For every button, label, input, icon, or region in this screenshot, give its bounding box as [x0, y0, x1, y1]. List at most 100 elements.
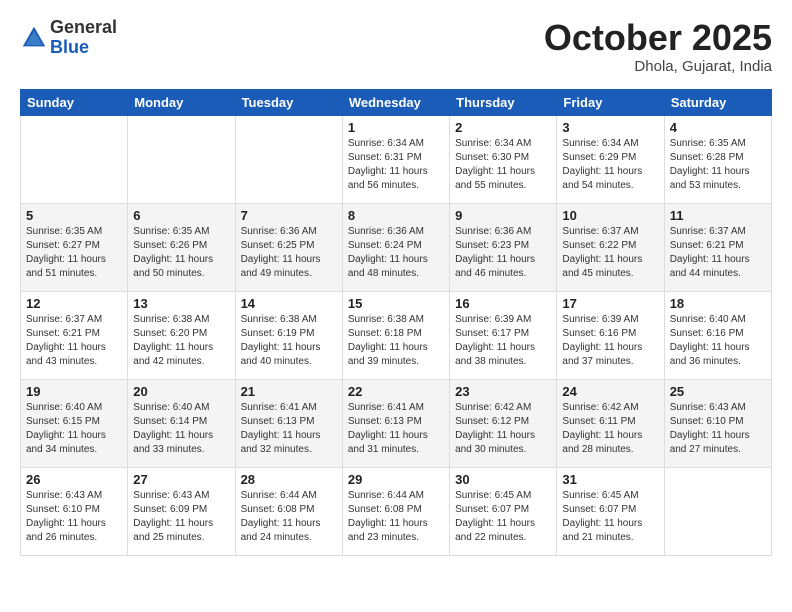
calendar-cell: 16 Sunrise: 6:39 AM Sunset: 6:17 PM Dayli…	[450, 291, 557, 379]
cell-info: Sunrise: 6:37 AM Sunset: 6:22 PM Dayligh…	[562, 225, 658, 281]
cell-date-number: 7	[241, 208, 337, 223]
calendar-cell: 1Sunrise: 6:34 AM Sunset: 6:31 PM Daylig…	[342, 115, 449, 203]
calendar-header-row: SundayMondayTuesdayWednesdayThursdayFrid…	[21, 89, 772, 115]
cell-date-number: 13	[133, 296, 229, 311]
cell-info: Sunrise: 6:43 AM Sunset: 6:09 PM Dayligh…	[133, 489, 229, 545]
cell-info: Sunrise: 6:35 AM Sunset: 6:28 PM Dayligh…	[670, 137, 766, 193]
cell-date-number: 21	[241, 384, 337, 399]
calendar-cell: 3Sunrise: 6:34 AM Sunset: 6:29 PM Daylig…	[557, 115, 664, 203]
cell-info: Sunrise: 6:35 AM Sunset: 6:27 PM Dayligh…	[26, 225, 122, 281]
calendar-cell: 22 Sunrise: 6:41 AM Sunset: 6:13 PM Dayli…	[342, 379, 449, 467]
calendar-cell: 11 Sunrise: 6:37 AM Sunset: 6:21 PM Dayli…	[664, 203, 771, 291]
cell-info: Sunrise: 6:43 AM Sunset: 6:10 PM Dayligh…	[670, 401, 766, 457]
logo-general: General	[50, 18, 117, 38]
cell-date-number: 22	[348, 384, 444, 399]
cell-date-number: 24	[562, 384, 658, 399]
cell-info: Sunrise: 6:43 AM Sunset: 6:10 PM Dayligh…	[26, 489, 122, 545]
calendar-cell: 25 Sunrise: 6:43 AM Sunset: 6:10 PM Dayli…	[664, 379, 771, 467]
cell-info: Sunrise: 6:37 AM Sunset: 6:21 PM Dayligh…	[670, 225, 766, 281]
calendar-cell: 20 Sunrise: 6:40 AM Sunset: 6:14 PM Dayli…	[128, 379, 235, 467]
calendar-table: SundayMondayTuesdayWednesdayThursdayFrid…	[20, 89, 772, 556]
calendar-week-row: 19 Sunrise: 6:40 AM Sunset: 6:15 PM Dayli…	[21, 379, 772, 467]
cell-info: Sunrise: 6:41 AM Sunset: 6:13 PM Dayligh…	[348, 401, 444, 457]
cell-date-number: 10	[562, 208, 658, 223]
calendar-cell: 7 Sunrise: 6:36 AM Sunset: 6:25 PM Daylig…	[235, 203, 342, 291]
cell-date-number: 11	[670, 208, 766, 223]
calendar-cell: 31 Sunrise: 6:45 AM Sunset: 6:07 PM Dayli…	[557, 467, 664, 555]
calendar-cell: 4 Sunrise: 6:35 AM Sunset: 6:28 PM Daylig…	[664, 115, 771, 203]
calendar-day-header: Friday	[557, 89, 664, 115]
cell-info: Sunrise: 6:39 AM Sunset: 6:17 PM Dayligh…	[455, 313, 551, 369]
location-subtitle: Dhola, Gujarat, India	[544, 58, 772, 75]
cell-info: Sunrise: 6:37 AM Sunset: 6:21 PM Dayligh…	[26, 313, 122, 369]
calendar-cell: 21 Sunrise: 6:41 AM Sunset: 6:13 PM Dayli…	[235, 379, 342, 467]
calendar-day-header: Wednesday	[342, 89, 449, 115]
calendar-cell: 10 Sunrise: 6:37 AM Sunset: 6:22 PM Dayli…	[557, 203, 664, 291]
calendar-week-row: 26 Sunrise: 6:43 AM Sunset: 6:10 PM Dayli…	[21, 467, 772, 555]
calendar-day-header: Tuesday	[235, 89, 342, 115]
cell-date-number: 9	[455, 208, 551, 223]
logo: General Blue	[20, 18, 117, 58]
cell-info: Sunrise: 6:34 AM Sunset: 6:30 PM Dayligh…	[455, 137, 551, 193]
calendar-week-row: 1Sunrise: 6:34 AM Sunset: 6:31 PM Daylig…	[21, 115, 772, 203]
cell-info: Sunrise: 6:34 AM Sunset: 6:29 PM Dayligh…	[562, 137, 658, 193]
cell-info: Sunrise: 6:44 AM Sunset: 6:08 PM Dayligh…	[241, 489, 337, 545]
cell-date-number: 31	[562, 472, 658, 487]
cell-info: Sunrise: 6:40 AM Sunset: 6:16 PM Dayligh…	[670, 313, 766, 369]
cell-info: Sunrise: 6:42 AM Sunset: 6:11 PM Dayligh…	[562, 401, 658, 457]
calendar-cell	[235, 115, 342, 203]
calendar-day-header: Saturday	[664, 89, 771, 115]
month-title: October 2025	[544, 18, 772, 58]
cell-date-number: 30	[455, 472, 551, 487]
calendar-cell: 13Sunrise: 6:38 AM Sunset: 6:20 PM Dayli…	[128, 291, 235, 379]
cell-info: Sunrise: 6:35 AM Sunset: 6:26 PM Dayligh…	[133, 225, 229, 281]
calendar-cell: 19 Sunrise: 6:40 AM Sunset: 6:15 PM Dayli…	[21, 379, 128, 467]
cell-info: Sunrise: 6:36 AM Sunset: 6:24 PM Dayligh…	[348, 225, 444, 281]
calendar-week-row: 5 Sunrise: 6:35 AM Sunset: 6:27 PM Daylig…	[21, 203, 772, 291]
cell-info: Sunrise: 6:34 AM Sunset: 6:31 PM Dayligh…	[348, 137, 444, 193]
cell-date-number: 26	[26, 472, 122, 487]
calendar-cell	[128, 115, 235, 203]
cell-date-number: 18	[670, 296, 766, 311]
calendar-cell: 18 Sunrise: 6:40 AM Sunset: 6:16 PM Dayli…	[664, 291, 771, 379]
cell-date-number: 6	[133, 208, 229, 223]
cell-info: Sunrise: 6:36 AM Sunset: 6:23 PM Dayligh…	[455, 225, 551, 281]
cell-info: Sunrise: 6:38 AM Sunset: 6:18 PM Dayligh…	[348, 313, 444, 369]
calendar-day-header: Sunday	[21, 89, 128, 115]
calendar-cell: 23Sunrise: 6:42 AM Sunset: 6:12 PM Dayli…	[450, 379, 557, 467]
cell-info: Sunrise: 6:45 AM Sunset: 6:07 PM Dayligh…	[562, 489, 658, 545]
cell-date-number: 12	[26, 296, 122, 311]
title-section: October 2025 Dhola, Gujarat, India	[544, 18, 772, 75]
calendar-cell: 8 Sunrise: 6:36 AM Sunset: 6:24 PM Daylig…	[342, 203, 449, 291]
calendar-day-header: Monday	[128, 89, 235, 115]
page: General Blue October 2025 Dhola, Gujarat…	[0, 0, 792, 612]
calendar-cell: 30Sunrise: 6:45 AM Sunset: 6:07 PM Dayli…	[450, 467, 557, 555]
cell-date-number: 25	[670, 384, 766, 399]
calendar-cell: 26 Sunrise: 6:43 AM Sunset: 6:10 PM Dayli…	[21, 467, 128, 555]
cell-date-number: 5	[26, 208, 122, 223]
cell-info: Sunrise: 6:41 AM Sunset: 6:13 PM Dayligh…	[241, 401, 337, 457]
cell-info: Sunrise: 6:40 AM Sunset: 6:14 PM Dayligh…	[133, 401, 229, 457]
cell-info: Sunrise: 6:36 AM Sunset: 6:25 PM Dayligh…	[241, 225, 337, 281]
calendar-cell	[664, 467, 771, 555]
calendar-week-row: 12 Sunrise: 6:37 AM Sunset: 6:21 PM Dayli…	[21, 291, 772, 379]
cell-date-number: 16	[455, 296, 551, 311]
calendar-cell: 17 Sunrise: 6:39 AM Sunset: 6:16 PM Dayli…	[557, 291, 664, 379]
cell-date-number: 8	[348, 208, 444, 223]
cell-info: Sunrise: 6:42 AM Sunset: 6:12 PM Dayligh…	[455, 401, 551, 457]
calendar-cell: 28 Sunrise: 6:44 AM Sunset: 6:08 PM Dayli…	[235, 467, 342, 555]
cell-date-number: 4	[670, 120, 766, 135]
cell-info: Sunrise: 6:44 AM Sunset: 6:08 PM Dayligh…	[348, 489, 444, 545]
cell-info: Sunrise: 6:39 AM Sunset: 6:16 PM Dayligh…	[562, 313, 658, 369]
calendar-cell: 9 Sunrise: 6:36 AM Sunset: 6:23 PM Daylig…	[450, 203, 557, 291]
cell-date-number: 17	[562, 296, 658, 311]
cell-date-number: 14	[241, 296, 337, 311]
cell-date-number: 27	[133, 472, 229, 487]
cell-info: Sunrise: 6:40 AM Sunset: 6:15 PM Dayligh…	[26, 401, 122, 457]
cell-date-number: 20	[133, 384, 229, 399]
calendar-cell: 15Sunrise: 6:38 AM Sunset: 6:18 PM Dayli…	[342, 291, 449, 379]
cell-date-number: 19	[26, 384, 122, 399]
cell-date-number: 28	[241, 472, 337, 487]
calendar-cell: 27 Sunrise: 6:43 AM Sunset: 6:09 PM Dayli…	[128, 467, 235, 555]
calendar-cell: 24 Sunrise: 6:42 AM Sunset: 6:11 PM Dayli…	[557, 379, 664, 467]
